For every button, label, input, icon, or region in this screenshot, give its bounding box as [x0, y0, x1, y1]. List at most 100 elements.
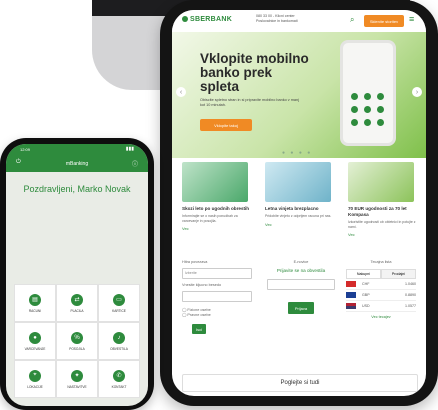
- phone-icon: ✆: [113, 369, 125, 382]
- status-bar: 12:09 ▮▮▮: [6, 144, 148, 156]
- status-time: 12:09: [20, 147, 31, 152]
- menu-grid: ▤ RACUNI ⇄ PLACILA ▭ KARTICE ● VARCEVANJE % P…: [14, 284, 140, 398]
- promo-desc: Izkoristite ugodnosti ob obletnici in po…: [348, 220, 416, 229]
- power-icon[interactable]: ⏻: [16, 159, 21, 166]
- rate-value: 1.0577: [405, 304, 416, 308]
- promo-desc: Informirajte se o nasih ponudbah za varc…: [182, 214, 238, 223]
- rates-title: Tecajna lista: [370, 260, 392, 264]
- tile-label: VARCEVANJE: [24, 346, 46, 351]
- tile-label: PLACILA: [70, 308, 84, 313]
- tile-label: KARTICE: [112, 308, 126, 313]
- wallet-icon: ▤: [29, 293, 41, 306]
- hero-title: Vklopite mobilno banko prek spleta: [200, 51, 309, 94]
- newsletter-subtitle: Prijavite se na obvestila: [276, 268, 326, 273]
- usd-flag-icon: [346, 303, 356, 309]
- app-header: ⏻ mBanking ⓘ: [6, 156, 148, 172]
- contact-branches-link[interactable]: Poslovalnice in bankomati: [256, 19, 298, 24]
- tile-label: OBVESTILA: [110, 346, 128, 351]
- tile-payments[interactable]: ⇄ PLACILA: [56, 284, 98, 322]
- logo-mark-icon: [182, 16, 188, 23]
- promo-title: Skozi leto po ugodnih obrestih: [182, 206, 250, 211]
- carousel-prev-icon[interactable]: ‹: [176, 87, 186, 97]
- phone-device: 12:09 ▮▮▮ ⏻ mBanking ⓘ Pozdravljeni, Mark…: [0, 138, 154, 410]
- promo-image: [265, 162, 331, 202]
- tile-label: KONTAKT: [111, 384, 127, 389]
- newsletter-button[interactable]: Prijava: [288, 302, 314, 314]
- tile-label: NASTAVITVE: [67, 384, 87, 389]
- newsletter-widget: E-novice Prijavite se na obvestila Prija…: [267, 260, 335, 314]
- tablet-device: SBERBANK 080 33 00 - Klicni center Poslo…: [160, 0, 438, 406]
- tile-loans[interactable]: % POSOJILA: [56, 322, 98, 360]
- transfer-icon: ⇄: [71, 293, 83, 306]
- tile-savings[interactable]: ● VARCEVANJE: [14, 322, 56, 360]
- logo-text: SBERBANK: [190, 16, 233, 23]
- header-contact: 080 33 00 - Klicni center Poslovalnice i…: [256, 14, 298, 24]
- battery-icon: ▮▮▮: [125, 146, 134, 152]
- hero-subtitle: Obiscite spletno stran in si pripravite …: [200, 98, 299, 107]
- hero-phone-image: [340, 40, 396, 146]
- card-icon: ▭: [113, 293, 125, 306]
- location-icon: ⌖: [29, 369, 41, 382]
- promo-card-3[interactable]: 70 EUR ugodnosti za 70 let Kompasa Izkor…: [348, 162, 418, 237]
- promo-link[interactable]: Vec: [348, 232, 418, 237]
- promo-card-1[interactable]: Skozi leto po ugodnih obrestih Informira…: [182, 162, 252, 231]
- rate-row: GBP 0.8890: [346, 290, 416, 301]
- rate-value: 0.8890: [405, 293, 416, 297]
- radio-legal[interactable]: ◯ Pravne osebe: [182, 313, 252, 318]
- tile-label: RACUNI: [28, 308, 42, 313]
- carousel-dots[interactable]: ● ● ● ●: [282, 150, 312, 156]
- newsletter-title: E-novice: [293, 260, 309, 264]
- rate-code: USD: [362, 304, 370, 308]
- hero-banner: Vklopite mobilno banko prek spleta Obisc…: [172, 32, 426, 158]
- rates-tab-sell[interactable]: Prodajni: [381, 269, 416, 279]
- promo-image: [348, 162, 414, 202]
- radio-natural-label: Fizicne osebe: [187, 308, 211, 312]
- rate-value: 1.0460: [405, 282, 416, 286]
- search-icon[interactable]: ⌕: [350, 15, 354, 25]
- promo-title: 70 EUR ugodnosti za 70 let Kompasa: [348, 206, 407, 217]
- rate-code: GBP: [362, 293, 370, 297]
- hero-button[interactable]: Vklopite takoj: [200, 119, 252, 131]
- promo-title: Letna vinjeta brezplacno: [265, 206, 319, 211]
- tile-cards[interactable]: ▭ KARTICE: [98, 284, 140, 322]
- tile-settings[interactable]: ✦ NASTAVITVE: [56, 360, 98, 398]
- greeting: Pozdravljeni, Marko Novak: [23, 184, 131, 194]
- app-title: mBanking: [65, 161, 89, 167]
- newsletter-input[interactable]: [267, 279, 335, 290]
- loan-icon: %: [71, 331, 83, 344]
- tile-notifications[interactable]: ♪ OBVESTILA: [98, 322, 140, 360]
- radio-legal-label: Pravne osebe: [187, 313, 211, 317]
- tile-locations[interactable]: ⌖ LOKACIJE: [14, 360, 56, 398]
- promo-card-2[interactable]: Letna vinjeta brezplacno Pridobite vinje…: [265, 162, 335, 227]
- quick-link-label: Hitra povezava: [182, 260, 208, 264]
- gear-icon: ✦: [71, 369, 83, 382]
- bank-logo[interactable]: SBERBANK: [182, 16, 232, 23]
- rate-code: CHF: [362, 282, 370, 286]
- keyword-label: Vnesite kljucno besedo: [182, 283, 222, 287]
- promo-image: [182, 162, 248, 202]
- rates-link[interactable]: Vec tecajev: [346, 315, 416, 320]
- quick-link-widget: Hitra povezava Izberite Vnesite kljucno …: [182, 260, 252, 334]
- bell-icon: ♪: [113, 331, 125, 344]
- exchange-rates-widget: Tecajna lista Nakupni Prodajni CHF 1.0460…: [346, 260, 416, 320]
- tile-accounts[interactable]: ▤ RACUNI: [14, 284, 56, 322]
- tile-contact[interactable]: ✆ KONTAKT: [98, 360, 140, 398]
- rate-row: CHF 1.0460: [346, 279, 416, 290]
- menu-icon[interactable]: ≡: [409, 14, 414, 24]
- info-icon[interactable]: ⓘ: [132, 159, 138, 168]
- cta-button[interactable]: Sklenite storitev: [364, 15, 404, 27]
- chf-flag-icon: [346, 281, 356, 287]
- tile-label: POSOJILA: [69, 346, 85, 351]
- promo-desc: Pridobite vinjeto z odprtjem racuna pri …: [265, 214, 332, 218]
- rates-tab-buy[interactable]: Nakupni: [346, 269, 381, 279]
- rate-row: USD 1.0577: [346, 301, 416, 312]
- see-also-button[interactable]: Poglejte si tudi: [182, 374, 418, 392]
- promo-link[interactable]: Vec: [182, 226, 252, 231]
- tile-label: LOKACIJE: [27, 384, 43, 389]
- promo-link[interactable]: Vec: [265, 222, 335, 227]
- quick-link-select[interactable]: Izberite: [182, 268, 252, 279]
- quick-link-button[interactable]: Isci: [192, 324, 206, 334]
- keyword-input[interactable]: [182, 291, 252, 302]
- carousel-next-icon[interactable]: ›: [412, 87, 422, 97]
- piggy-icon: ●: [29, 331, 41, 344]
